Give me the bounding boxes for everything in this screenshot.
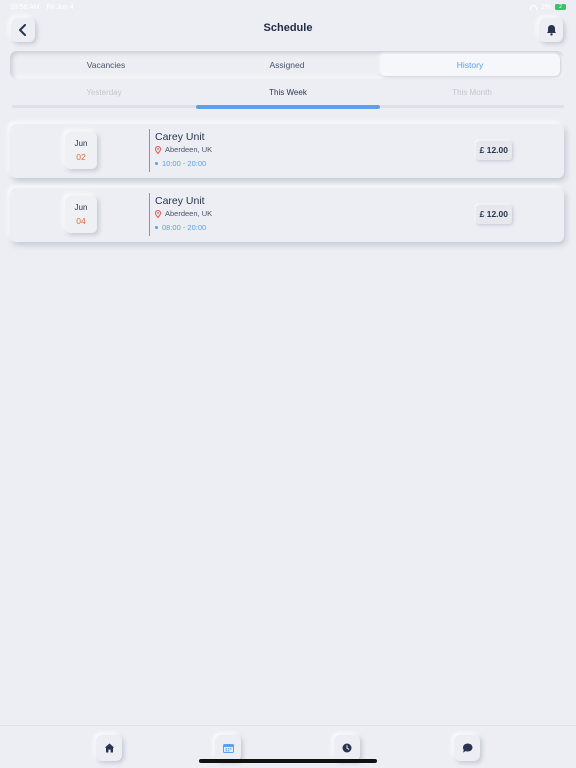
clock-icon: [342, 743, 352, 753]
chat-icon: [462, 743, 472, 753]
card-divider: [149, 129, 150, 172]
period-active-indicator: [196, 105, 380, 109]
date-badge: Jun 04: [65, 196, 97, 233]
time-dot-icon: [155, 226, 158, 229]
location-row: Aberdeen, UK: [155, 145, 212, 154]
period-tab-this-week[interactable]: This Week: [196, 88, 380, 97]
location-text: Aberdeen, UK: [165, 209, 213, 218]
unit-name: Carey Unit: [155, 195, 205, 207]
location-text: Aberdeen, UK: [165, 145, 213, 154]
location-pin-icon: [155, 145, 161, 154]
time-dot-icon: [155, 162, 158, 165]
location-pin-icon: [155, 209, 161, 218]
wifi-icon: [529, 4, 537, 10]
location-row: Aberdeen, UK: [155, 209, 212, 218]
tab-vacancies[interactable]: Vacancies: [16, 54, 196, 76]
page-title: Schedule: [263, 22, 313, 34]
card-divider: [149, 193, 150, 236]
tab-timesheet[interactable]: [334, 735, 360, 761]
date-month: Jun: [74, 203, 88, 212]
date-badge: Jun 02: [65, 132, 97, 169]
time-text: 10:00 - 20:00: [162, 159, 207, 168]
tab-messages[interactable]: [454, 735, 480, 761]
status-date: Fri Jun 4: [46, 3, 74, 11]
tab-assigned[interactable]: Assigned: [197, 54, 377, 76]
battery-percent: 2%: [540, 3, 551, 11]
shift-card[interactable]: Jun 02 Carey Unit Aberdeen, UK 10:00 - 2…: [10, 124, 564, 178]
tab-history[interactable]: History: [380, 54, 560, 76]
home-icon: [104, 743, 114, 753]
shift-card[interactable]: Jun 04 Carey Unit Aberdeen, UK 08:00 - 2…: [10, 188, 564, 242]
calendar-icon: [222, 744, 234, 753]
tab-schedule[interactable]: [215, 735, 241, 761]
status-bar: 10:58 AM Fri Jun 4 2% 2: [0, 0, 576, 14]
battery-icon: 2: [555, 4, 566, 10]
bell-icon: [546, 25, 556, 36]
period-tab-yesterday[interactable]: Yesterday: [12, 88, 196, 97]
status-left: 10:58 AM Fri Jun 4: [10, 4, 79, 11]
notifications-button[interactable]: [539, 18, 563, 42]
tab-home[interactable]: [96, 735, 122, 761]
period-tabs: Yesterday This Week This Month: [12, 88, 564, 112]
header: Schedule: [0, 16, 576, 44]
price-badge: £ 12.00: [475, 141, 512, 160]
price-badge: £ 12.00: [475, 205, 512, 224]
unit-name: Carey Unit: [155, 131, 205, 143]
status-time: 10:58 AM: [10, 3, 40, 11]
time-row: 10:00 - 20:00: [155, 159, 206, 168]
date-month: Jun: [74, 139, 88, 148]
date-day: 04: [76, 216, 86, 226]
segmented-tabs: Vacancies Assigned History: [10, 51, 564, 79]
time-text: 08:00 - 20:00: [162, 223, 207, 232]
period-tab-this-month[interactable]: This Month: [380, 88, 564, 97]
status-right: 2% 2: [529, 3, 566, 11]
date-day: 02: [76, 152, 86, 162]
home-indicator: [199, 759, 377, 763]
time-row: 08:00 - 20:00: [155, 223, 206, 232]
